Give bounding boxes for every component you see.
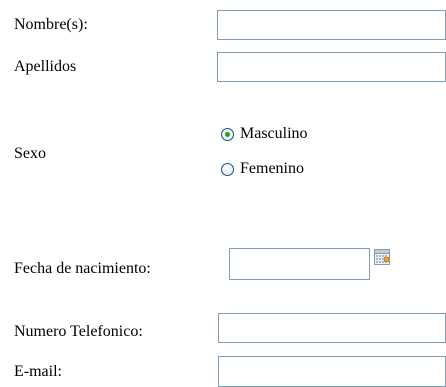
nombres-label: Nombre(s): <box>14 16 88 33</box>
sexo-option-femenino[interactable]: Femenino <box>221 158 304 180</box>
telefono-label: Numero Telefonico: <box>14 323 143 340</box>
telefono-input[interactable] <box>218 313 446 343</box>
email-label: E-mail: <box>14 363 62 380</box>
apellidos-input[interactable] <box>217 52 446 82</box>
registration-form: { "form": { "nombres": { "label": "Nombr… <box>0 0 446 387</box>
nombres-input[interactable] <box>217 10 446 40</box>
masculino-label: Masculino <box>240 125 308 142</box>
masculino-radio[interactable] <box>221 127 234 141</box>
sexo-label: Sexo <box>14 145 46 162</box>
femenino-radio[interactable] <box>221 162 234 176</box>
fecha-nacimiento-input[interactable] <box>229 248 370 280</box>
femenino-label: Femenino <box>240 160 304 177</box>
sexo-option-masculino[interactable]: Masculino <box>221 123 308 145</box>
apellidos-label: Apellidos <box>14 58 77 75</box>
fecha-nacimiento-label: Fecha de nacimiento: <box>14 260 151 277</box>
calendar-icon[interactable] <box>374 249 390 265</box>
email-input[interactable] <box>218 356 446 387</box>
